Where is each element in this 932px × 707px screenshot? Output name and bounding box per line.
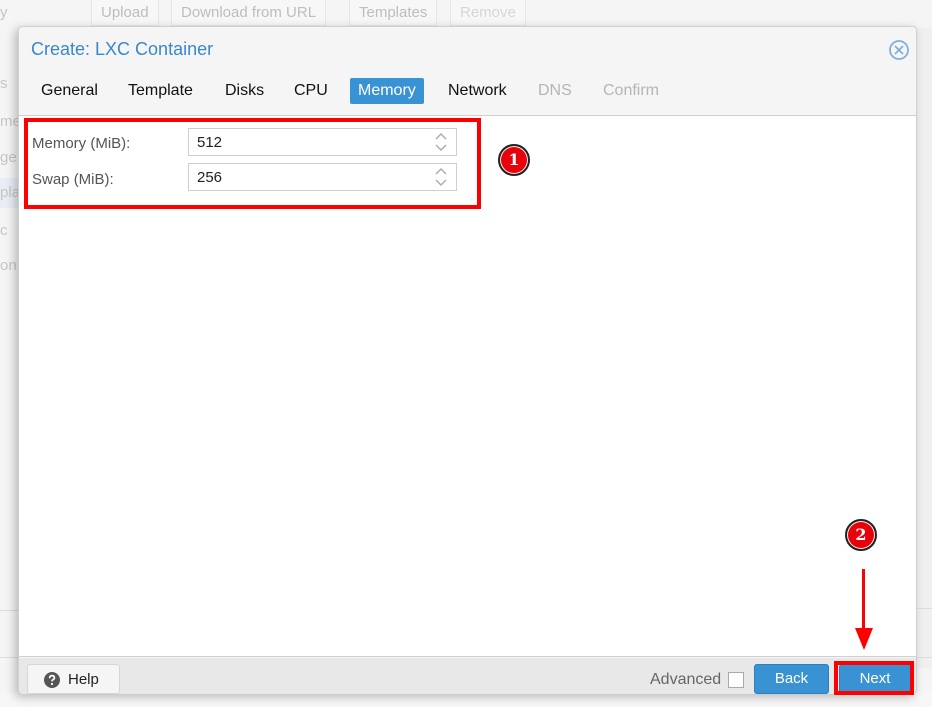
background-sidebar-item: on [0,257,17,274]
swap-spinner-icon[interactable] [434,167,448,187]
advanced-label: Advanced [650,671,722,688]
memory-field [188,128,457,156]
memory-label: Memory (MiB): [32,135,131,152]
tab-confirm: Confirm [603,82,660,99]
back-button[interactable]: Back [754,664,829,694]
annotation-step-2: 2 [845,519,877,551]
background-remove-button: Remove [450,0,526,26]
tab-memory[interactable]: Memory [350,78,424,104]
close-button[interactable] [888,39,910,61]
tab-network[interactable]: Network [440,78,515,104]
annotation-arrow-shaft [862,569,865,631]
background-download-url-button: Download from URL [171,0,327,26]
background-templates-button: Templates [349,0,438,26]
close-circle-icon [889,40,909,60]
memory-spinner-icon[interactable] [434,132,448,152]
tab-disks[interactable]: Disks [217,78,272,104]
swap-field [188,163,457,191]
background-toolbar-partial-text: y [0,4,8,21]
background-right-strip [916,28,932,668]
next-button[interactable]: Next [839,664,911,694]
background-upload-button: Upload [91,0,159,26]
swap-label: Swap (MiB): [32,171,114,188]
memory-panel: Memory (MiB): Swap (MiB): [19,115,916,657]
background-sidebar-item: c [0,222,8,239]
background-divider [916,657,932,658]
help-button[interactable]: Help [27,664,120,694]
background-sidebar-item: me [0,113,18,130]
tab-template[interactable]: Template [120,78,201,104]
create-lxc-dialog: Create: LXC Container General Template D… [18,26,917,694]
background-toolbar: y Upload Download from URL Templates Rem… [0,0,932,28]
dialog-footer: Help Advanced Back Next [19,658,916,694]
swap-input[interactable] [189,164,419,190]
annotation-step-1: 1 [498,144,530,176]
background-divider [0,610,18,611]
memory-input[interactable] [189,129,419,155]
tab-dns: DNS [538,82,572,99]
background-divider [916,608,932,609]
background-sidebar-item: ge [0,149,17,166]
background-divider [0,657,18,658]
help-label: Help [68,671,99,688]
tab-general[interactable]: General [33,78,106,104]
advanced-checkbox[interactable] [728,672,744,688]
annotation-arrow-head-icon [855,628,873,650]
background-bottom-strip [0,692,932,707]
background-sidebar-item: s [0,75,8,92]
dialog-title: Create: LXC Container [31,39,214,59]
background-sidebar-item-selected: pla [0,178,18,208]
tab-cpu[interactable]: CPU [286,78,336,104]
question-circle-icon [44,672,60,688]
